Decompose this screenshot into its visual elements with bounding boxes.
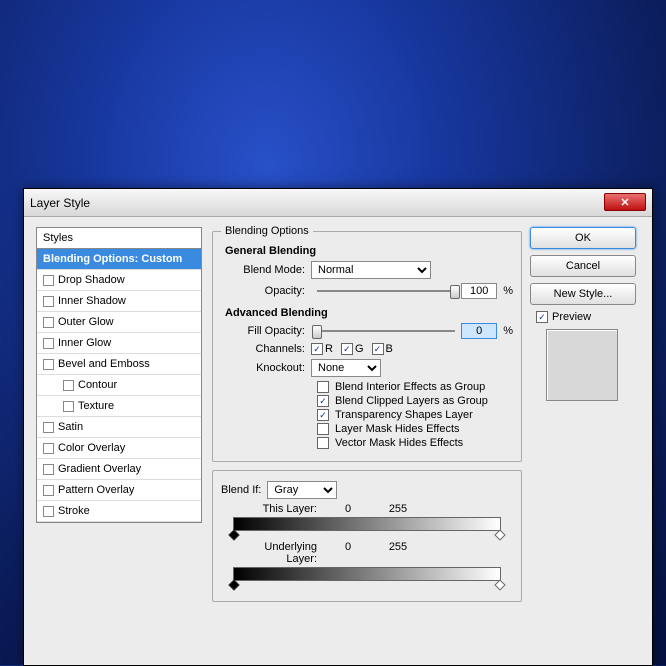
checkbox-icon[interactable] [43, 317, 54, 328]
sidebar-header[interactable]: Styles [37, 228, 201, 249]
this-layer-label: This Layer: [233, 503, 323, 515]
blend-interior-checkbox[interactable] [317, 381, 329, 393]
fill-opacity-input[interactable] [461, 323, 497, 339]
fill-opacity-slider[interactable] [317, 325, 455, 337]
sidebar-item-contour[interactable]: Contour [37, 375, 201, 396]
sidebar-item-inner-shadow[interactable]: Inner Shadow [37, 291, 201, 312]
sidebar-item-pattern-overlay[interactable]: Pattern Overlay [37, 480, 201, 501]
checkbox-icon[interactable] [43, 506, 54, 517]
sidebar-item-bevel-emboss[interactable]: Bevel and Emboss [37, 354, 201, 375]
preview-swatch [546, 329, 618, 401]
blend-if-select[interactable]: Gray [267, 481, 337, 499]
fill-opacity-label: Fill Opacity: [221, 325, 311, 337]
blend-mode-select[interactable]: Normal [311, 261, 431, 279]
blend-if-group: Blend If: Gray This Layer:0255 Underlyin… [212, 470, 522, 602]
blend-if-label: Blend If: [221, 484, 267, 496]
opacity-input[interactable] [461, 283, 497, 299]
checkbox-icon[interactable] [43, 338, 54, 349]
percent-label: % [503, 285, 513, 297]
percent-label: % [503, 325, 513, 337]
close-button[interactable]: ✕ [604, 193, 646, 211]
opacity-label: Opacity: [221, 285, 311, 297]
styles-sidebar: Styles Blending Options: Custom Drop Sha… [36, 227, 202, 523]
sidebar-item-drop-shadow[interactable]: Drop Shadow [37, 270, 201, 291]
checkbox-icon[interactable] [63, 401, 74, 412]
checkbox-icon[interactable] [43, 359, 54, 370]
titlebar[interactable]: Layer Style ✕ [24, 189, 652, 217]
blending-options-legend: Blending Options [221, 225, 313, 237]
blend-mode-label: Blend Mode: [221, 264, 311, 276]
close-icon: ✕ [620, 196, 629, 209]
transparency-shapes-checkbox[interactable] [317, 409, 329, 421]
channel-b-checkbox[interactable] [372, 343, 384, 355]
sidebar-item-outer-glow[interactable]: Outer Glow [37, 312, 201, 333]
checkbox-icon[interactable] [43, 464, 54, 475]
underlying-layer-label: Underlying Layer: [233, 541, 323, 565]
blend-clipped-checkbox[interactable] [317, 395, 329, 407]
channel-r-checkbox[interactable] [311, 343, 323, 355]
checkbox-icon[interactable] [43, 443, 54, 454]
advanced-blending-header: Advanced Blending [225, 307, 513, 319]
blending-options-group: Blending Options General Blending Blend … [212, 225, 522, 462]
sidebar-item-stroke[interactable]: Stroke [37, 501, 201, 522]
dialog-title: Layer Style [30, 196, 90, 210]
sidebar-item-gradient-overlay[interactable]: Gradient Overlay [37, 459, 201, 480]
sidebar-item-inner-glow[interactable]: Inner Glow [37, 333, 201, 354]
preview-checkbox[interactable] [536, 311, 548, 323]
checkbox-icon[interactable] [43, 485, 54, 496]
checkbox-icon[interactable] [63, 380, 74, 391]
sidebar-item-texture[interactable]: Texture [37, 396, 201, 417]
cancel-button[interactable]: Cancel [530, 255, 636, 277]
content-panel: Blending Options General Blending Blend … [212, 225, 522, 610]
knockout-select[interactable]: None [311, 359, 381, 377]
layer-mask-checkbox[interactable] [317, 423, 329, 435]
checkbox-icon[interactable] [43, 296, 54, 307]
ok-button[interactable]: OK [530, 227, 636, 249]
new-style-button[interactable]: New Style... [530, 283, 636, 305]
opacity-slider[interactable] [317, 285, 455, 297]
underlying-layer-gradient[interactable] [233, 567, 501, 581]
preview-label: Preview [552, 311, 591, 323]
sidebar-item-satin[interactable]: Satin [37, 417, 201, 438]
vector-mask-checkbox[interactable] [317, 437, 329, 449]
layer-style-dialog: Layer Style ✕ Styles Blending Options: C… [23, 188, 653, 666]
this-layer-gradient[interactable] [233, 517, 501, 531]
channels-label: Channels: [221, 343, 311, 355]
knockout-label: Knockout: [221, 362, 311, 374]
channel-g-checkbox[interactable] [341, 343, 353, 355]
sidebar-item-blending-options[interactable]: Blending Options: Custom [37, 249, 201, 270]
right-column: OK Cancel New Style... Preview [530, 227, 640, 401]
checkbox-icon[interactable] [43, 275, 54, 286]
sidebar-item-color-overlay[interactable]: Color Overlay [37, 438, 201, 459]
general-blending-header: General Blending [225, 245, 513, 257]
checkbox-icon[interactable] [43, 422, 54, 433]
